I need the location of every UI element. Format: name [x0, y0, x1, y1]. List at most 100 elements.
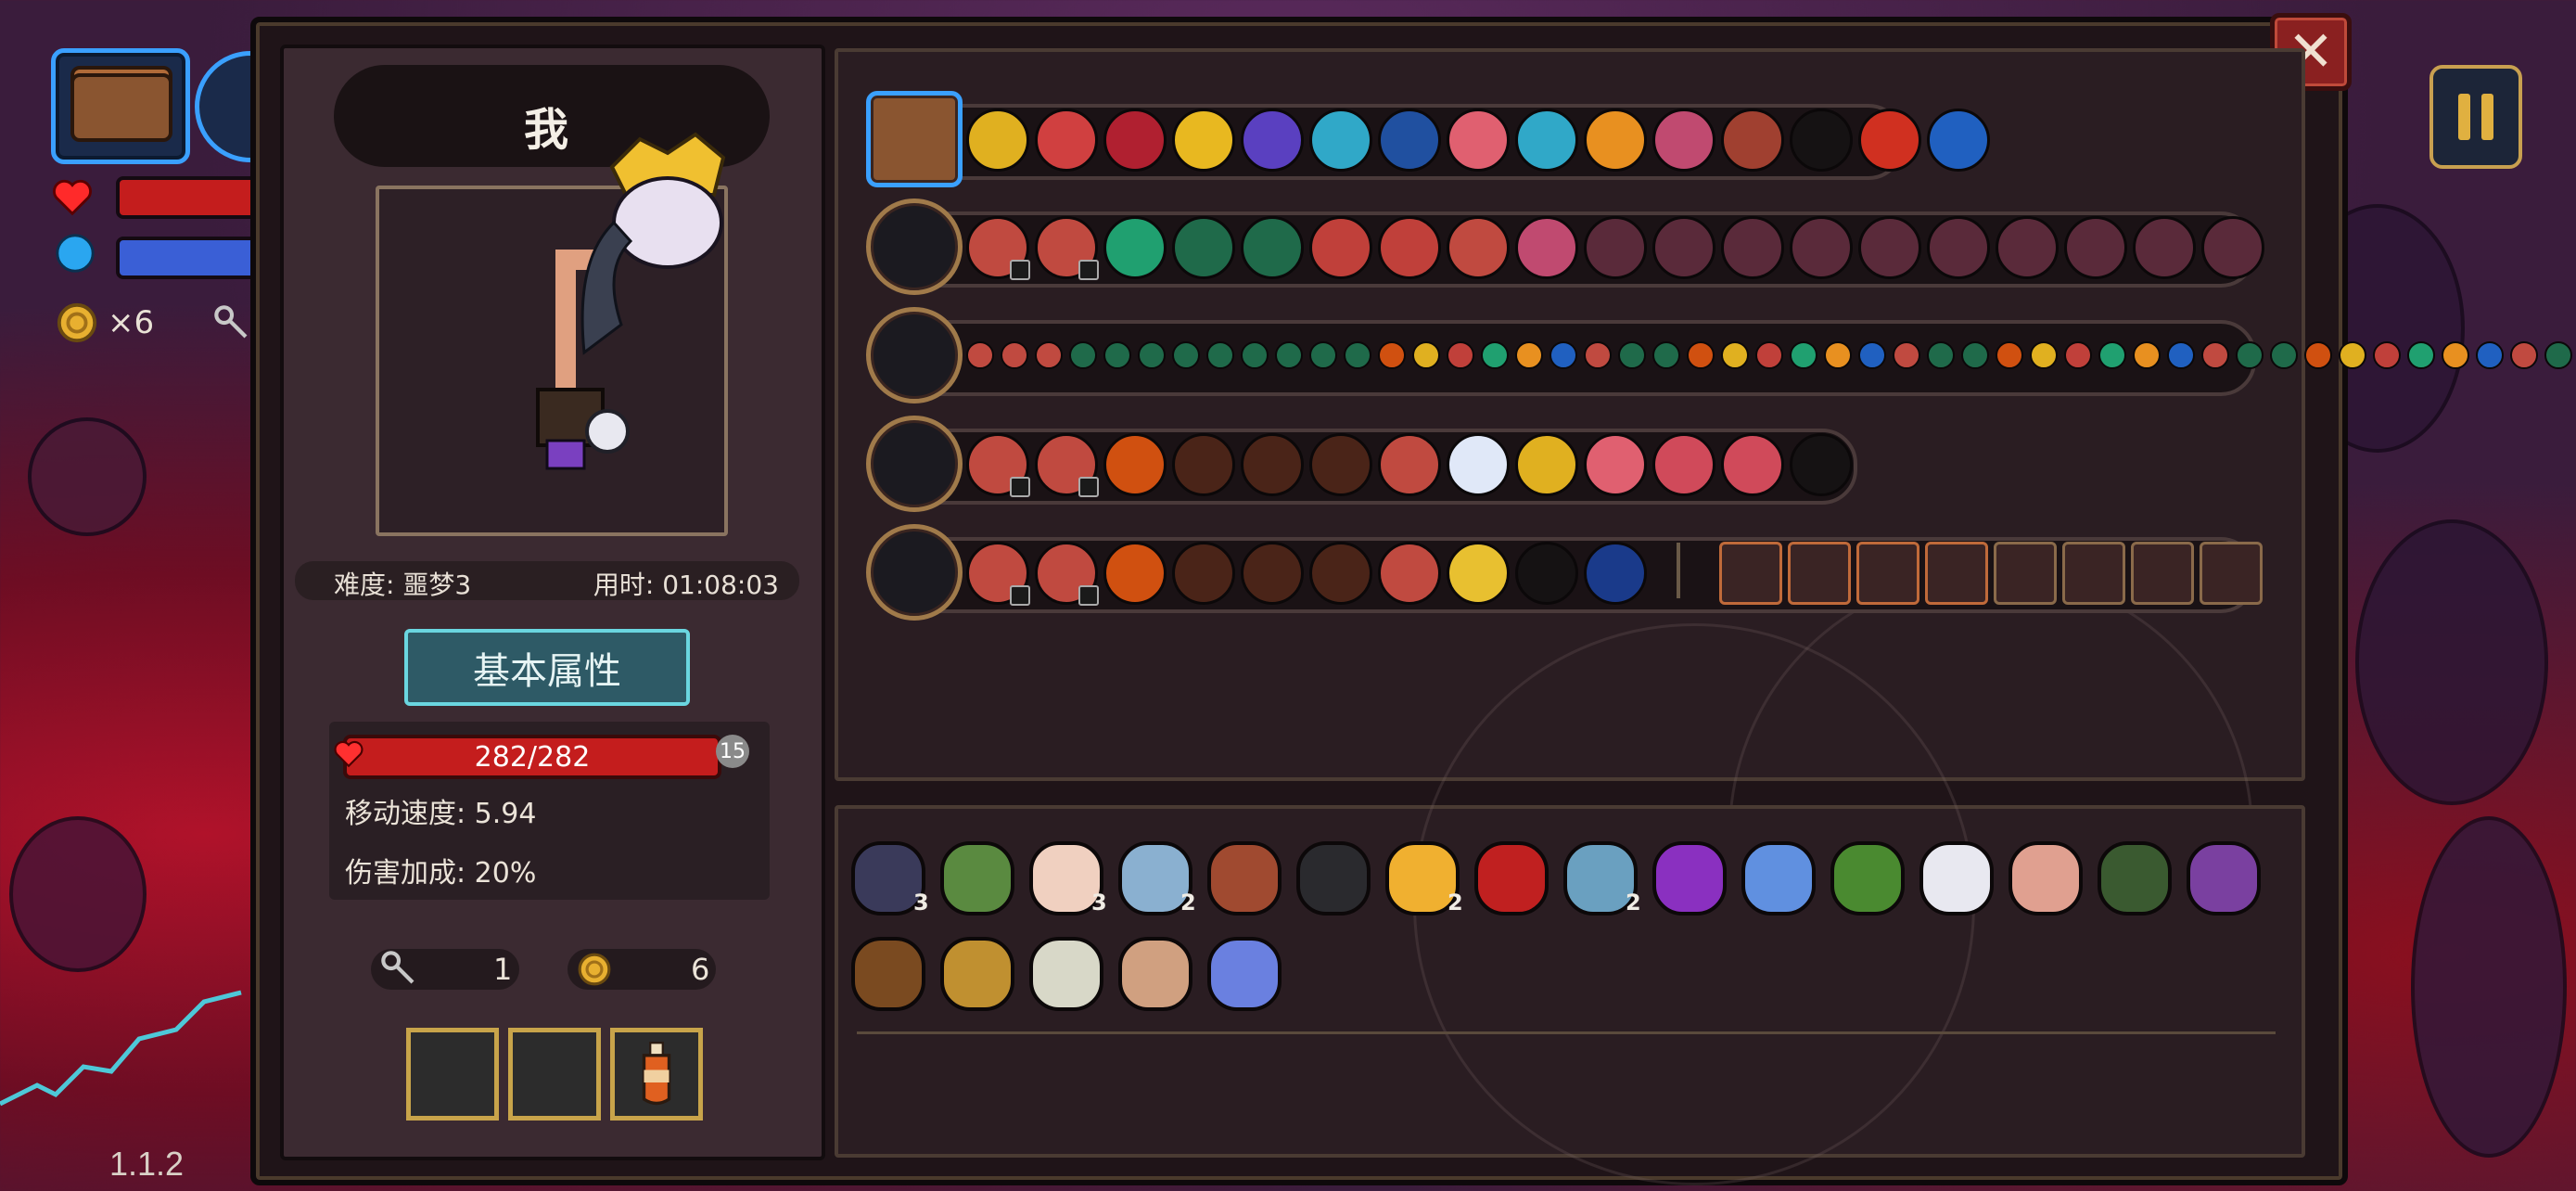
red-boot-mod-icon[interactable]: [1721, 109, 1784, 172]
green-rune-mod-icon[interactable]: [1206, 341, 1234, 369]
red-diamond-mod-icon[interactable]: [1103, 109, 1167, 172]
gold-arrow-mod-icon[interactable]: [1721, 341, 1749, 369]
red-swirl-mod-icon[interactable]: [1035, 109, 1098, 172]
cyan-wave-mod-icon[interactable]: [1309, 109, 1372, 172]
leaf-icon[interactable]: [940, 841, 1014, 916]
green-rune-mod-icon[interactable]: [1618, 341, 1646, 369]
cyan-wave-mod-icon[interactable]: [1515, 109, 1578, 172]
goblin-icon[interactable]: [1830, 841, 1905, 916]
gold-arrow-mod-icon[interactable]: [2339, 341, 2366, 369]
lotus-icon[interactable]: [1207, 937, 1282, 1011]
red-heart-mod-icon[interactable]: [2373, 341, 2401, 369]
red-heart-mod-icon[interactable]: [2064, 341, 2092, 369]
signal-dim-mod-icon[interactable]: [1241, 433, 1304, 496]
signal-square-icon[interactable]: [1925, 542, 1988, 605]
green-rune-mod-icon[interactable]: [1344, 341, 1371, 369]
basic-attributes-button[interactable]: 基本属性: [404, 629, 690, 706]
pink-flower-mod-icon[interactable]: [1652, 109, 1715, 172]
white-claw-icon[interactable]: [1919, 841, 1994, 916]
gold-arrow-mod-icon[interactable]: [1515, 433, 1578, 496]
purple-die-icon[interactable]: [2187, 841, 2261, 916]
green-rune-mod-icon[interactable]: [1241, 341, 1269, 369]
signal-square-icon[interactable]: [1788, 542, 1851, 605]
orange-arrow-mod-icon[interactable]: [2442, 341, 2469, 369]
green-gem-mod-icon[interactable]: [2407, 341, 2435, 369]
blue-splash-mod-icon[interactable]: [1858, 341, 1886, 369]
gold-arrows-mod-icon[interactable]: [1172, 109, 1235, 172]
green-rune-mod-icon[interactable]: [1069, 341, 1097, 369]
meat-mod-icon[interactable]: [966, 542, 1030, 606]
orange-arrow-mod-icon[interactable]: [1824, 341, 1852, 369]
dim-flower-mod-icon[interactable]: [1584, 216, 1647, 279]
blade-icon[interactable]: [866, 416, 963, 512]
meat-mod-icon[interactable]: [966, 341, 994, 369]
gold-arrow-mod-icon[interactable]: [1412, 341, 1440, 369]
empty-mod-icon[interactable]: [1515, 542, 1578, 605]
orange-arrow-mod-icon[interactable]: [1515, 341, 1543, 369]
blue-shield-mod-icon[interactable]: [1447, 433, 1510, 496]
green-gem-mod-icon[interactable]: [2098, 341, 2126, 369]
pause-button[interactable]: [2429, 65, 2522, 169]
dim-flower-mod-icon[interactable]: [1790, 216, 1853, 279]
green-gem-mod-icon[interactable]: [1481, 341, 1509, 369]
red-heart-mod-icon[interactable]: [1755, 341, 1783, 369]
green-rune-mod-icon[interactable]: [1172, 341, 1200, 369]
meat-mod-icon[interactable]: [1378, 433, 1441, 496]
ghost-mod-icon[interactable]: [1721, 433, 1784, 496]
meat-mod-icon[interactable]: [1035, 216, 1099, 280]
staff-icon[interactable]: [866, 307, 963, 403]
dim-flower-mod-icon[interactable]: [1652, 216, 1715, 279]
scepter-icon[interactable]: [866, 524, 963, 621]
empty-mod-icon[interactable]: [1790, 109, 1853, 172]
signal-dim-mod-icon[interactable]: [1309, 542, 1372, 605]
signal-mod-icon[interactable]: [1378, 341, 1406, 369]
red-heart-mod-icon[interactable]: [1447, 341, 1474, 369]
signal-dim-mod-icon[interactable]: [1241, 542, 1304, 605]
pink-flower-mod-icon[interactable]: [1515, 216, 1578, 279]
red-heart-mod-icon[interactable]: [1378, 216, 1441, 279]
blue-capsule-mod-icon[interactable]: [1378, 109, 1441, 172]
pink-blossom-mod-icon[interactable]: [1447, 109, 1510, 172]
item-slot[interactable]: [508, 1028, 601, 1121]
pink-blossom-mod-icon[interactable]: [1584, 433, 1647, 496]
wand-square-icon[interactable]: [1994, 542, 2057, 605]
signal-dim-mod-icon[interactable]: [1172, 542, 1235, 605]
meat-mod-icon[interactable]: [1035, 433, 1099, 497]
cloak-icon[interactable]: [851, 937, 925, 1011]
item-slot[interactable]: [406, 1028, 499, 1121]
green-rune-mod-icon[interactable]: [1103, 341, 1131, 369]
purple-boot-icon[interactable]: [1652, 841, 1727, 916]
wand-square-icon[interactable]: [2131, 542, 2194, 605]
blue-splash-mod-icon[interactable]: [2167, 341, 2195, 369]
gauntlet-icon[interactable]: [1207, 841, 1282, 916]
dim-flower-mod-icon[interactable]: [1927, 216, 1990, 279]
red-heart-mod-icon[interactable]: [1309, 216, 1372, 279]
dim-flower-mod-icon[interactable]: [2133, 216, 2196, 279]
green-rune-mod-icon[interactable]: [1275, 341, 1303, 369]
green-rune-mod-icon[interactable]: [1927, 341, 1955, 369]
green-rune-mod-icon[interactable]: [1961, 341, 1989, 369]
meat-mod-icon[interactable]: [1893, 341, 1920, 369]
meat-mod-icon[interactable]: [1447, 216, 1510, 279]
signal-square-icon[interactable]: [1719, 542, 1782, 605]
meat-mod-icon[interactable]: [966, 216, 1030, 280]
green-rune-mod-icon[interactable]: [1652, 341, 1680, 369]
orange-arrow-mod-icon[interactable]: [1584, 109, 1647, 172]
green-rune-mod-icon[interactable]: [1309, 341, 1337, 369]
meat-mod-icon[interactable]: [1378, 542, 1441, 605]
dim-flower-mod-icon[interactable]: [1721, 216, 1784, 279]
green-rune-mod-icon[interactable]: [1172, 216, 1235, 279]
signal-mod-icon[interactable]: [1687, 341, 1715, 369]
purple-gem-mod-icon[interactable]: [1241, 109, 1304, 172]
meat-mod-icon[interactable]: [1035, 341, 1063, 369]
green-rune-mod-icon[interactable]: [2236, 341, 2264, 369]
pink-blob-icon[interactable]: [2009, 841, 2083, 916]
green-rune-mod-icon[interactable]: [2544, 341, 2572, 369]
green-rune-mod-icon[interactable]: [1138, 341, 1166, 369]
blue-star-mod-icon[interactable]: [1584, 542, 1647, 605]
meat-mod-icon[interactable]: [1001, 341, 1028, 369]
gold-eye-mod-icon[interactable]: [1447, 542, 1510, 605]
wand-square-icon[interactable]: [2200, 542, 2263, 605]
dim-flower-mod-icon[interactable]: [2201, 216, 2264, 279]
meat-mod-icon[interactable]: [2510, 341, 2538, 369]
